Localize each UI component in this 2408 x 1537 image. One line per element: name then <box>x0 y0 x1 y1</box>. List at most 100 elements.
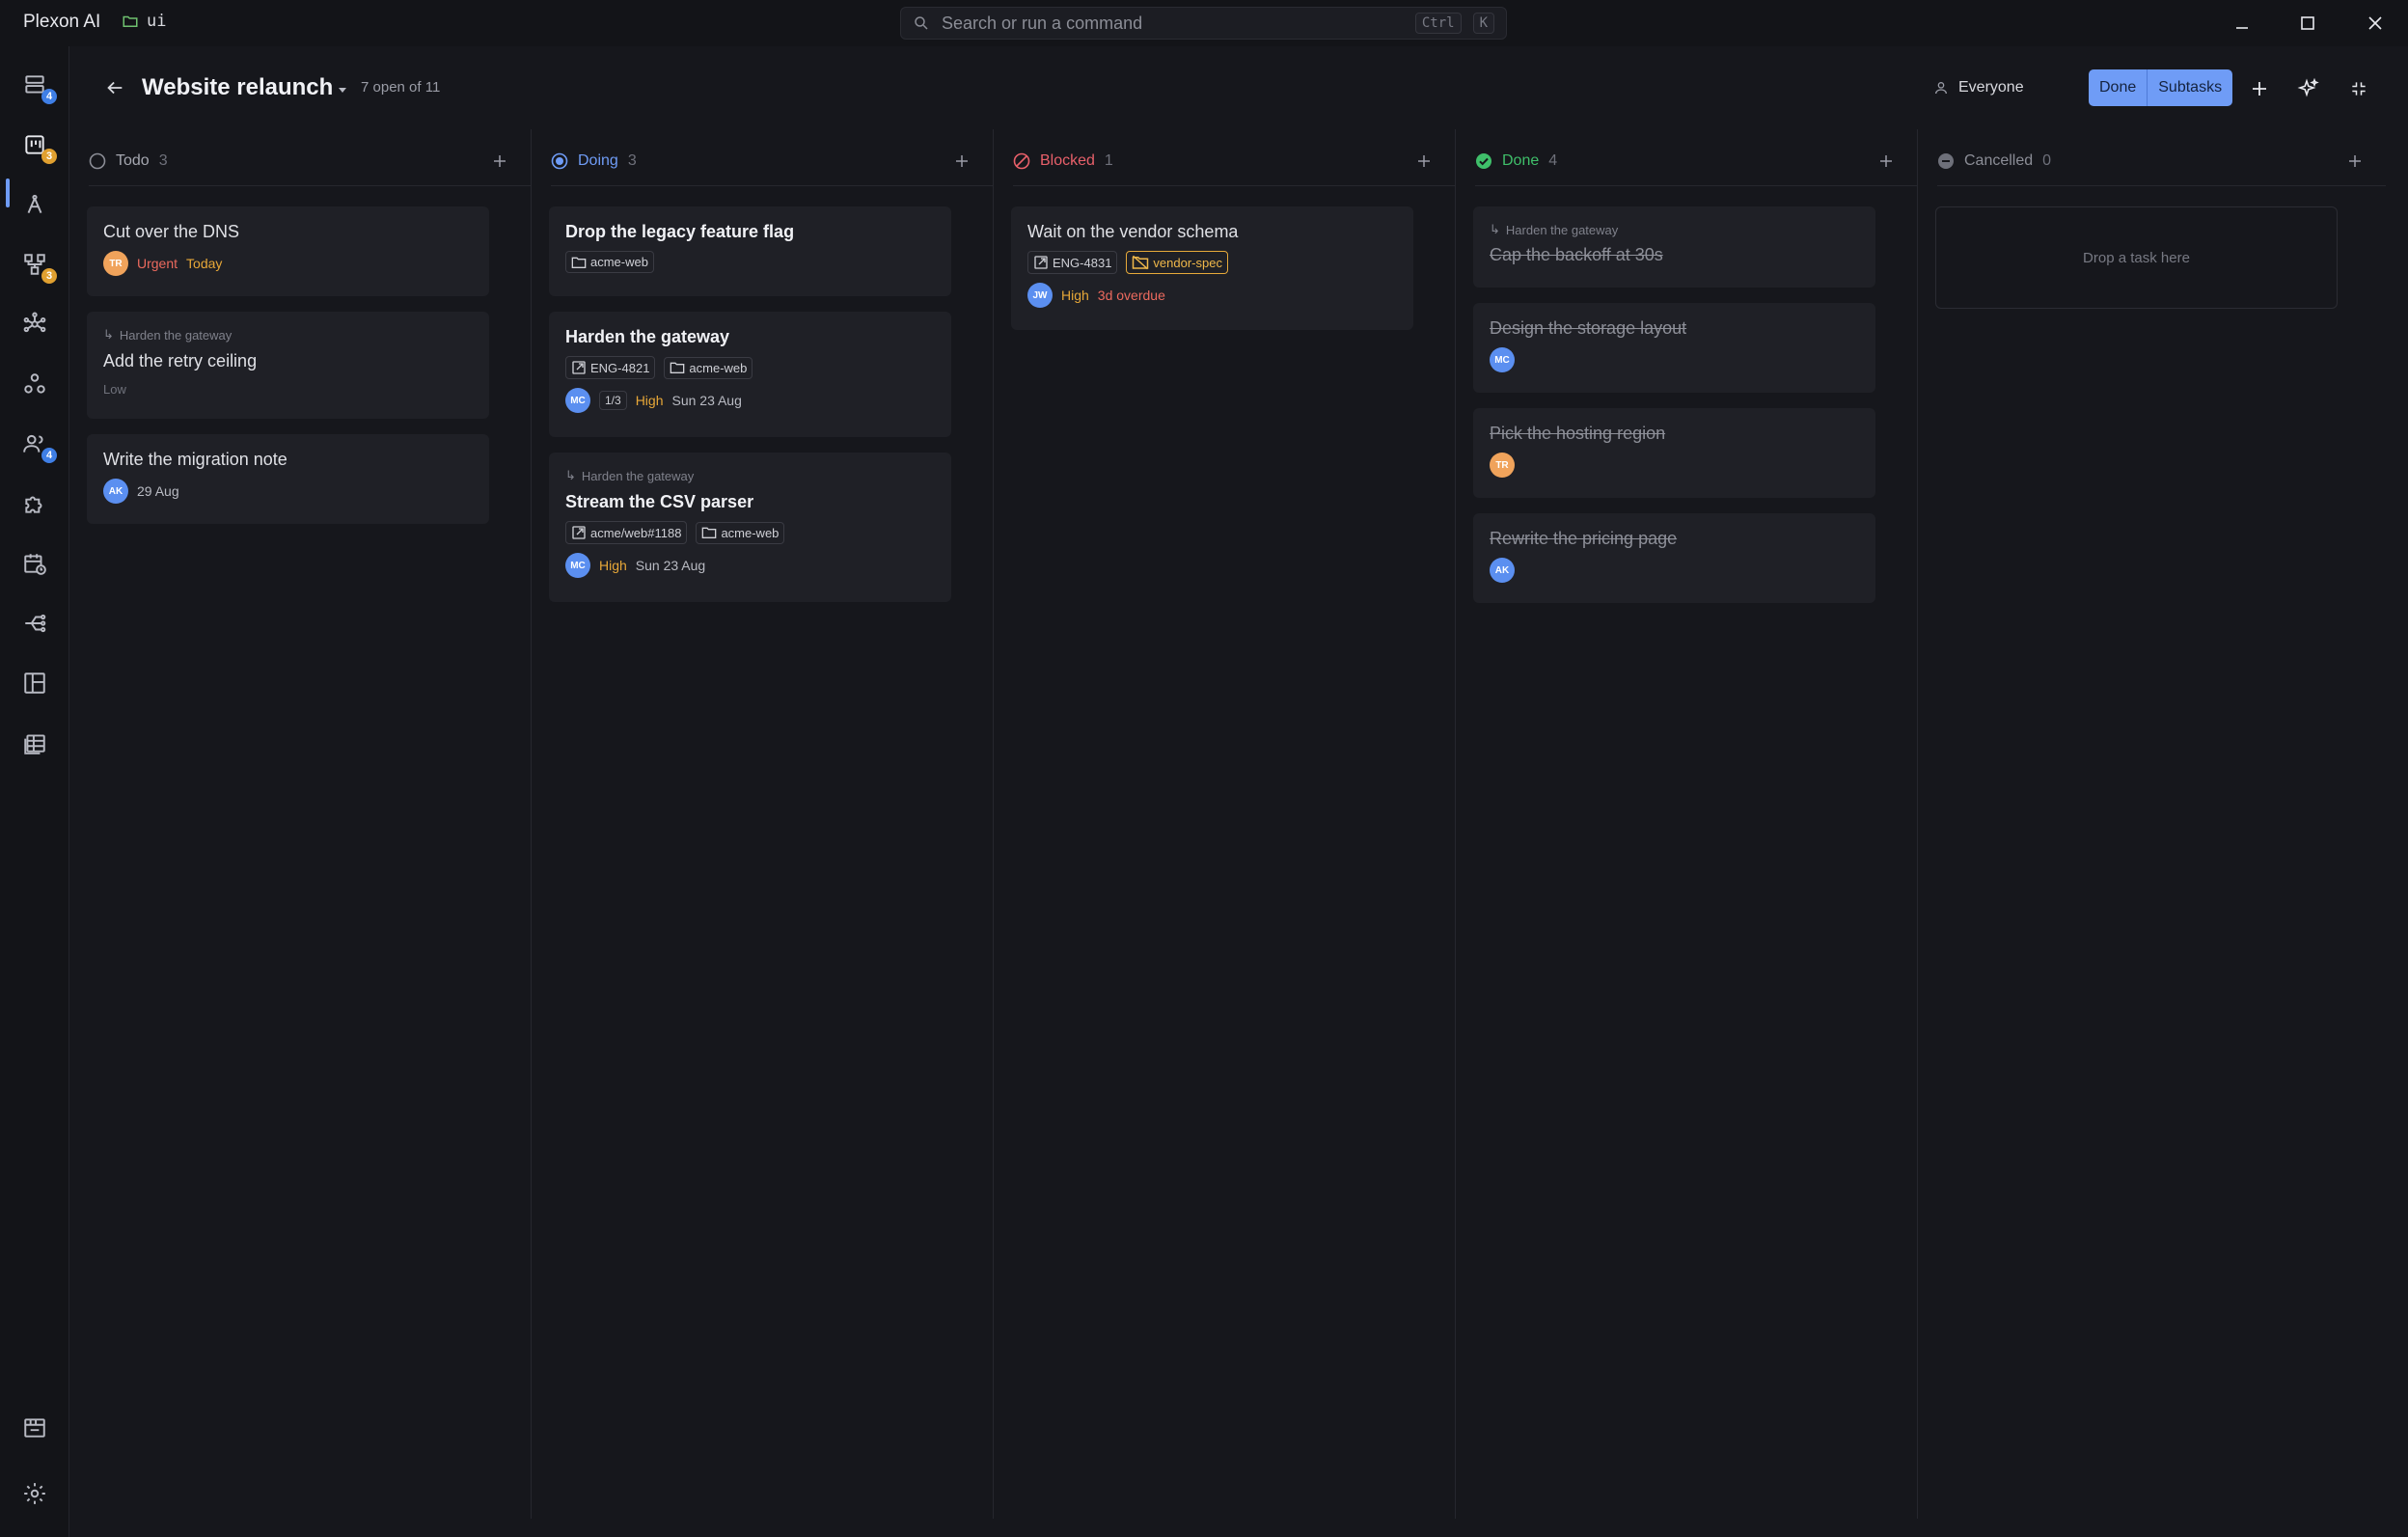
task-meta: TR <box>1490 453 1859 478</box>
external-link-icon <box>572 361 586 374</box>
folder-off-icon <box>1133 255 1149 270</box>
column-count: 0 <box>2042 152 2052 169</box>
repo-chip[interactable]: acme-web <box>664 356 753 379</box>
add-to-column-button[interactable] <box>1412 150 1436 173</box>
nav-flow[interactable]: 3 <box>17 247 57 284</box>
task-title: Cut over the DNS <box>103 222 240 241</box>
task-title: Write the migration note <box>103 450 287 469</box>
minimize-button[interactable] <box>2225 6 2259 41</box>
ai-button[interactable] <box>2292 72 2325 105</box>
task-card[interactable]: Rewrite the pricing page AK <box>1473 513 1875 603</box>
task-title: Harden the gateway <box>565 327 730 346</box>
check-circle-icon <box>1476 153 1491 169</box>
task-meta: TR Urgent Today <box>103 251 473 276</box>
plus-icon <box>2253 82 2266 96</box>
nav-inbox[interactable]: 4 <box>17 68 57 104</box>
column-title: Cancelled <box>1964 152 2034 169</box>
add-to-column-button[interactable] <box>488 150 511 173</box>
board-header: Website relaunch 7 open of 11 Everyone D… <box>69 46 2408 129</box>
nav-board[interactable]: 3 <box>17 127 57 164</box>
task-card[interactable]: Harden the gateway ENG-4821 acme-web MC … <box>549 312 951 437</box>
assignee-value: Everyone <box>1958 79 2024 96</box>
task-card[interactable]: ↳ Harden the gateway Stream the CSV parse… <box>549 453 951 602</box>
team-badge: 4 <box>41 448 57 463</box>
repo-chip[interactable]: acme-web <box>696 521 785 544</box>
issue-chip[interactable]: ENG-4831 <box>1027 251 1118 274</box>
add-to-column-button[interactable] <box>1874 150 1898 173</box>
external-link-icon <box>572 526 586 539</box>
blocked-by-tag[interactable]: vendor-spec <box>1126 251 1228 274</box>
task-links: ENG-4831 vendor-spec <box>1027 251 1397 274</box>
parent-task-title: Harden the gateway <box>119 327 233 343</box>
subtask-arrow-icon: ↳ <box>565 468 576 482</box>
search-input[interactable]: Search or run a command <box>942 14 1404 34</box>
parent-task: ↳ Harden the gateway <box>103 327 473 343</box>
column-count: 4 <box>1548 152 1558 169</box>
column-header: Doing 3 <box>551 147 973 176</box>
priority-label: High <box>635 393 664 408</box>
maximize-button[interactable] <box>2290 6 2325 41</box>
repo-chip[interactable]: acme-web <box>565 251 654 273</box>
command-search[interactable]: Search or run a command Ctrl K <box>900 7 1507 40</box>
nav-rail: 4 3 3 4 <box>0 46 69 1537</box>
task-card[interactable]: Design the storage layout MC <box>1473 303 1875 393</box>
drop-zone[interactable]: Drop a task here <box>1935 206 2338 309</box>
plus-icon <box>1880 155 1892 167</box>
column-title: Doing <box>578 152 618 169</box>
nav-network[interactable] <box>17 307 52 342</box>
add-to-column-button[interactable] <box>950 150 973 173</box>
nav-groups[interactable] <box>17 367 52 401</box>
collapse-button[interactable] <box>2342 72 2375 105</box>
task-card[interactable]: ↳ Harden the gateway Add the retry ceilin… <box>87 312 489 419</box>
project-switcher[interactable] <box>330 77 355 102</box>
repo-name: acme-web <box>689 360 748 375</box>
column-count: 3 <box>158 152 168 169</box>
nav-schedule[interactable] <box>17 546 52 581</box>
nav-store[interactable] <box>17 1411 52 1445</box>
priority-label: Urgent <box>137 256 178 271</box>
task-meta: Low <box>103 382 473 397</box>
nav-compass[interactable] <box>17 187 52 222</box>
nav-layout[interactable] <box>17 666 52 700</box>
column-todo: Todo 3 Cut over the DNS TR Urgent Today … <box>69 129 532 1519</box>
toggle-subtasks[interactable]: Subtasks <box>2148 69 2232 106</box>
minimize-arrows-icon <box>2352 82 2366 96</box>
task-title: Stream the CSV parser <box>565 492 754 511</box>
parent-task: ↳ Harden the gateway <box>1490 222 1859 237</box>
parent-task-title: Harden the gateway <box>581 468 695 483</box>
workspace-selector[interactable]: ui <box>122 12 166 31</box>
nav-pipelines[interactable] <box>17 606 52 641</box>
plus-icon <box>2349 155 2361 167</box>
task-card[interactable]: Cut over the DNS TR Urgent Today <box>87 206 489 296</box>
toggle-done[interactable]: Done <box>2089 69 2147 106</box>
nav-tables[interactable] <box>17 726 52 760</box>
column-divider <box>1475 185 1917 186</box>
task-title: Add the retry ceiling <box>103 351 258 371</box>
task-card[interactable]: ↳ Harden the gateway Cap the backoff at 3… <box>1473 206 1875 288</box>
subtask-arrow-icon: ↳ <box>1490 222 1500 236</box>
add-task-button[interactable] <box>2243 72 2276 105</box>
nav-team[interactable]: 4 <box>17 426 57 463</box>
table-icon <box>24 734 45 755</box>
plus-icon <box>494 155 506 167</box>
column-header: Done 4 <box>1475 147 1898 176</box>
nav-settings[interactable] <box>17 1476 52 1511</box>
plus-icon <box>956 155 968 167</box>
project-title: Website relaunch <box>142 74 334 100</box>
issue-chip[interactable]: acme/web#1188 <box>565 521 688 544</box>
nav-plugins[interactable] <box>17 486 52 521</box>
folder-icon <box>702 527 717 538</box>
task-card[interactable]: Drop the legacy feature flag acme-web <box>549 206 951 296</box>
app-name: Plexon AI <box>23 12 101 32</box>
column-done: Done 4 ↳ Harden the gateway Cap the backo… <box>1456 129 1918 1519</box>
task-title: Design the storage layout <box>1490 318 1687 338</box>
issue-chip[interactable]: ENG-4821 <box>565 356 656 379</box>
back-button[interactable] <box>98 71 131 104</box>
task-card[interactable]: Write the migration note AK 29 Aug <box>87 434 489 524</box>
task-card[interactable]: Wait on the vendor schema ENG-4831 vendo… <box>1011 206 1413 330</box>
task-card[interactable]: Pick the hosting region TR <box>1473 408 1875 498</box>
minimize-icon <box>2236 27 2248 29</box>
close-button[interactable] <box>2358 6 2393 41</box>
add-to-column-button[interactable] <box>2343 150 2367 173</box>
due-date: Today <box>186 256 223 271</box>
